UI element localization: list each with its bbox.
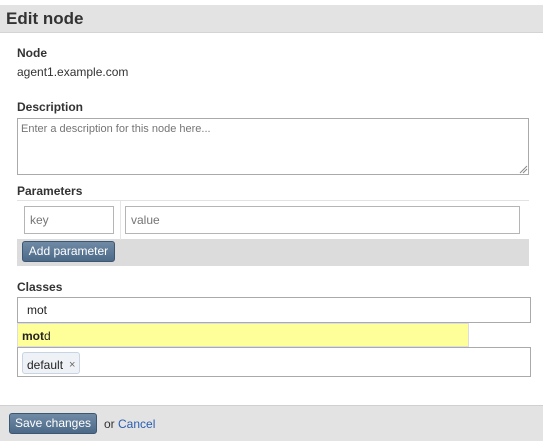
page-title: Edit node: [6, 9, 84, 28]
parameter-key-input[interactable]: [24, 206, 114, 234]
form-footer: Save changes or Cancel: [0, 405, 543, 441]
classes-label: Classes: [17, 280, 63, 294]
resize-grip-icon[interactable]: [519, 165, 528, 174]
classes-tag-list: default ×: [17, 347, 531, 377]
suggestion-rest-text: d: [44, 329, 51, 343]
class-tag-label: default: [27, 357, 64, 372]
classes-input-text: mot: [27, 303, 48, 317]
save-changes-button[interactable]: Save changes: [9, 413, 97, 434]
page-header: Edit node: [0, 5, 543, 33]
classes-search-input[interactable]: mot: [17, 297, 531, 323]
suggestion-match-text: mot: [22, 329, 44, 343]
remove-tag-icon[interactable]: ×: [69, 359, 75, 371]
description-label: Description: [17, 100, 84, 114]
autocomplete-suggestion[interactable]: motd: [17, 323, 469, 347]
add-parameter-button[interactable]: Add parameter: [22, 241, 115, 262]
parameters-label: Parameters: [17, 184, 83, 198]
class-tag: default ×: [22, 352, 81, 374]
node-name-value: agent1.example.com: [17, 65, 129, 79]
parameter-value-input[interactable]: [125, 206, 520, 234]
cancel-link[interactable]: Cancel: [118, 417, 155, 431]
description-textarea[interactable]: [17, 118, 529, 175]
or-text: or: [104, 417, 115, 431]
node-label: Node: [17, 46, 47, 60]
parameter-divider: [120, 201, 121, 240]
